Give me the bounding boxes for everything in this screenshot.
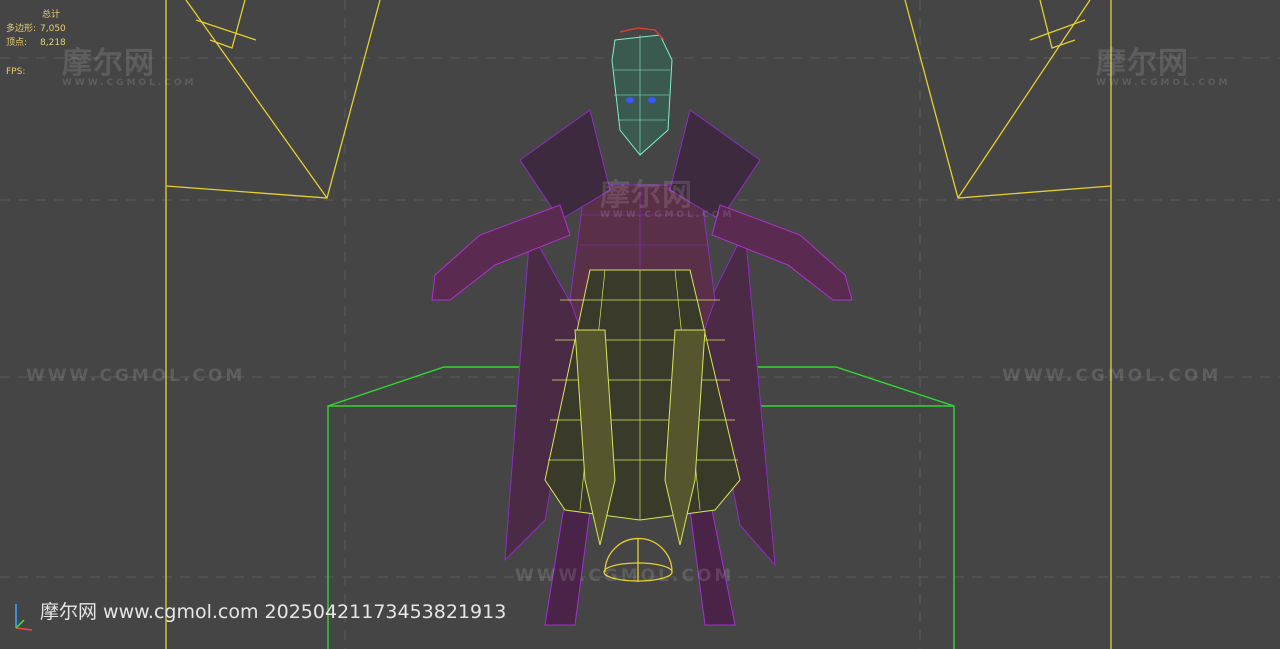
watermark-logo-text: 摩尔网	[62, 46, 155, 81]
scene-statistics: 总计 多边形: 7,050 顶点: 8,218	[6, 8, 66, 50]
image-caption: 摩尔网 www.cgmol.com 20250421173453821913	[40, 601, 507, 623]
vertices-label: 顶点:	[6, 38, 28, 48]
polygons-label: 多边形:	[6, 24, 37, 34]
watermark-logo-sub: WWW.CGMOL.COM	[1096, 78, 1231, 88]
viewport-scene	[0, 0, 1280, 649]
polygons-value: 7,050	[40, 24, 66, 34]
watermark-logo-sub: WWW.CGMOL.COM	[62, 78, 197, 88]
watermark-logo: 摩尔网 WWW.CGMOL.COM	[62, 38, 196, 88]
stats-header: 总计	[42, 10, 61, 20]
watermark-url: WWW.CGMOL.COM	[515, 566, 735, 586]
watermark-url: WWW.CGMOL.COM	[1002, 366, 1222, 386]
fps-label: FPS:	[6, 67, 26, 77]
watermark-url: WWW.CGMOL.COM	[26, 366, 246, 386]
3d-viewport[interactable]: 总计 多边形: 7,050 顶点: 8,218 FPS: 摩尔网 WWW.CGMOL…	[0, 0, 1280, 649]
watermark-logo: 摩尔网 WWW.CGMOL.COM	[1096, 38, 1230, 88]
axis-gizmo-icon	[15, 604, 33, 631]
watermark-logo-sub: WWW.CGMOL.COM	[600, 210, 735, 220]
stats-vertices: 顶点: 8,218	[6, 36, 66, 50]
watermark-logo: 摩尔网 WWW.CGMOL.COM	[600, 170, 734, 220]
watermark-logo-text: 摩尔网	[1096, 46, 1189, 81]
stats-polygons: 多边形: 7,050	[6, 22, 66, 36]
watermark-logo-text: 摩尔网	[600, 178, 693, 213]
character-model	[431, 27, 853, 626]
